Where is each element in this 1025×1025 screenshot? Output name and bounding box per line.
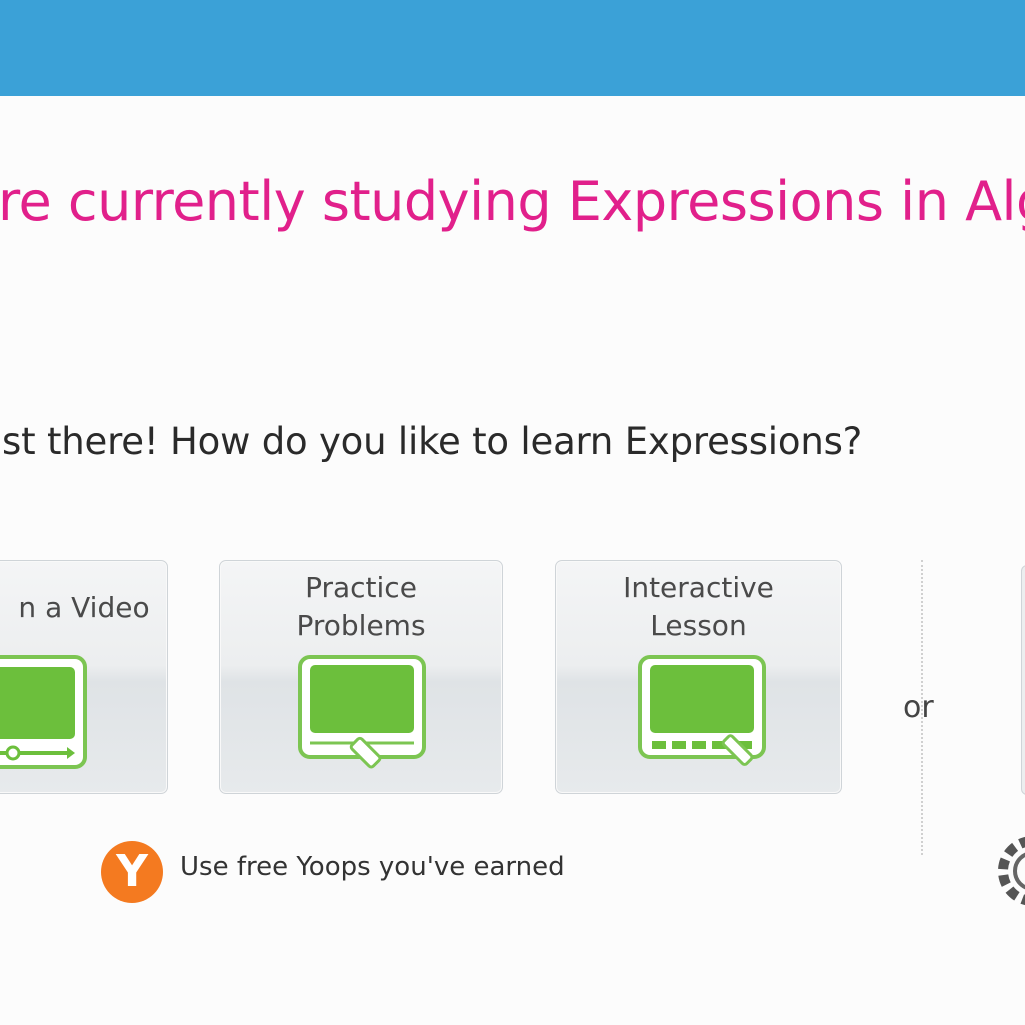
- top-header-bar: [0, 0, 1025, 96]
- yoops-badge-icon[interactable]: Y: [101, 841, 163, 903]
- learning-question: st there! How do you like to learn Expre…: [2, 420, 863, 463]
- gear-icon: [998, 836, 1025, 906]
- interactive-lesson-option[interactable]: Interactive Lesson: [555, 560, 842, 794]
- interactive-monitor-icon: [638, 655, 766, 766]
- studying-headline: re currently studying Expressions in Alg: [0, 170, 1025, 233]
- practice-monitor-icon: [298, 655, 426, 769]
- partial-right-option[interactable]: [1021, 565, 1025, 795]
- interactive-lesson-label: Interactive Lesson: [623, 571, 774, 642]
- use-yoops-link[interactable]: Use free Yoops you've earned: [180, 852, 565, 882]
- or-separator: or: [903, 690, 934, 725]
- practice-problems-option[interactable]: Practice Problems: [219, 560, 503, 794]
- practice-problems-label: Practice Problems: [296, 571, 426, 642]
- video-monitor-icon: [0, 655, 87, 769]
- watch-video-option[interactable]: n a Video: [0, 560, 168, 794]
- watch-video-label: n a Video: [18, 591, 150, 624]
